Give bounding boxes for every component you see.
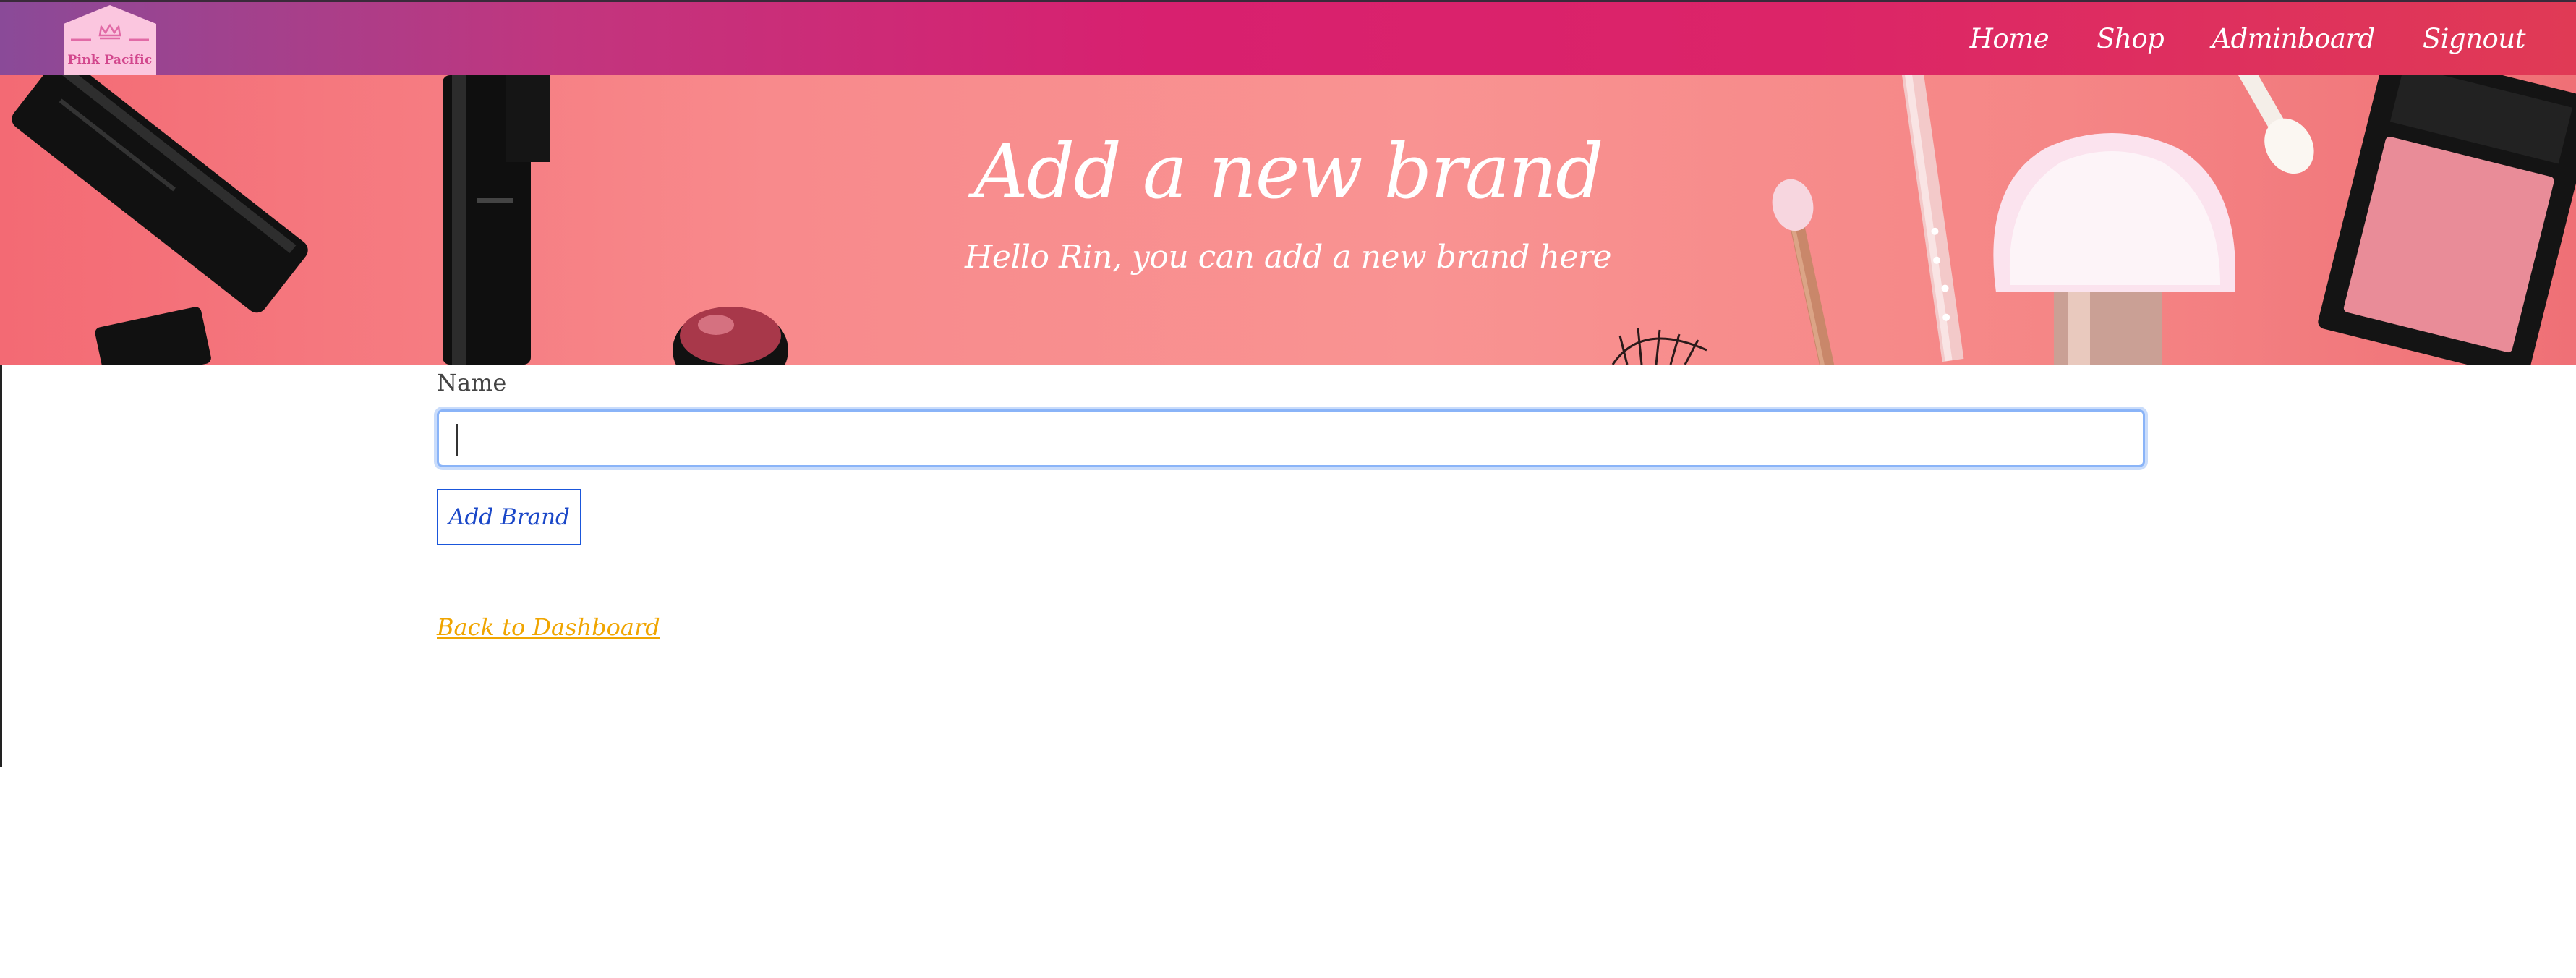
text-cursor (456, 424, 458, 456)
brand-logo[interactable]: Pink Pacific (58, 5, 162, 77)
name-label: Name (437, 369, 507, 396)
page-subtitle: Hello Rin, you can add a new brand here (964, 239, 1612, 276)
add-brand-button[interactable]: Add Brand (437, 489, 581, 545)
brand-name-input[interactable] (437, 409, 2145, 467)
nav-adminboard[interactable]: Adminboard (2212, 23, 2375, 54)
window-edge (0, 362, 2, 767)
nav-menu: Home Shop Adminboard Signout (1970, 2, 2526, 75)
top-navbar: Pink Pacific Home Shop Adminboard Signou… (0, 0, 2576, 77)
page-title: Add a new brand (973, 127, 1604, 216)
back-to-dashboard-link[interactable]: Back to Dashboard (437, 613, 660, 641)
makeup-products-image (12, 75, 2576, 365)
nav-signout[interactable]: Signout (2423, 23, 2526, 54)
brand-name: Pink Pacific (67, 53, 153, 67)
nav-home[interactable]: Home (1970, 23, 2050, 54)
hero-banner: Add a new brand Hello Rin, you can add a… (0, 75, 2576, 365)
nav-shop[interactable]: Shop (2097, 23, 2165, 54)
